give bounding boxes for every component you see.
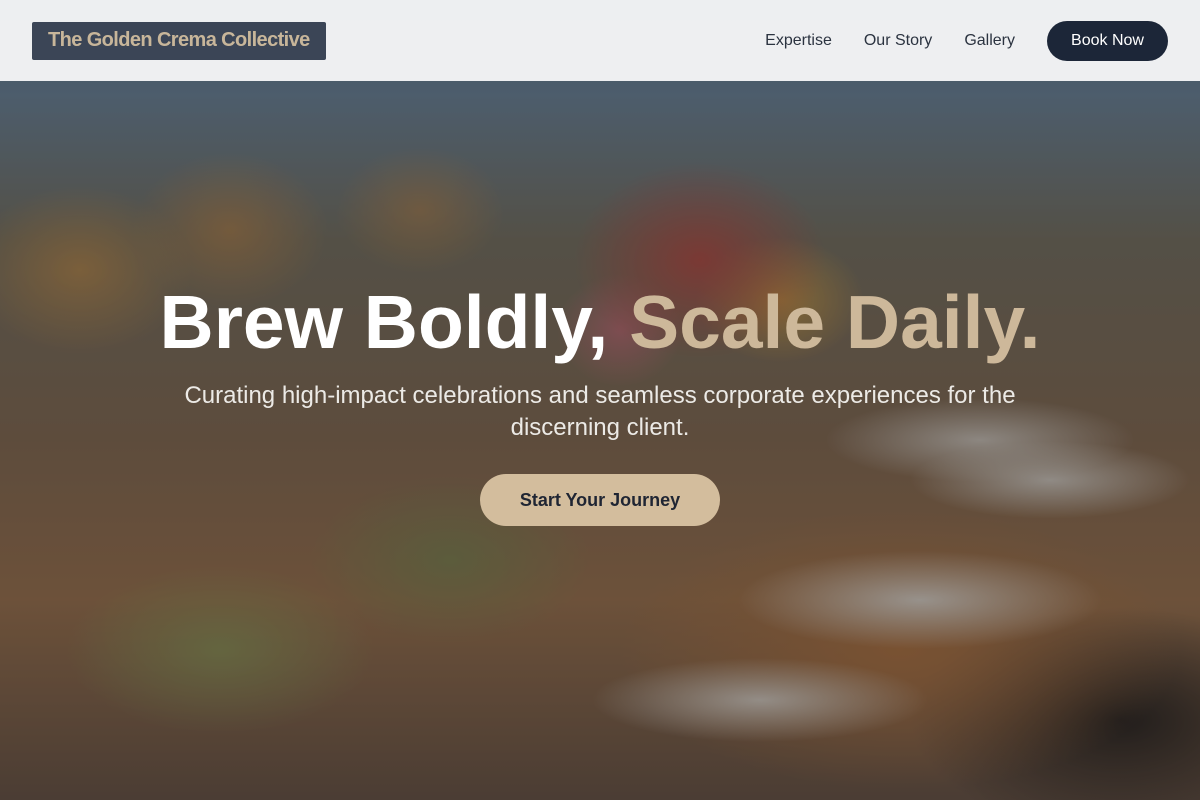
hero-subtext: Curating high-impact celebrations and se… [184, 382, 1016, 441]
nav-link-expertise[interactable]: Expertise [765, 32, 832, 50]
nav-link-our-story[interactable]: Our Story [864, 32, 932, 50]
site-header: The Golden Crema Collective Expertise Ou… [0, 0, 1200, 81]
brand-logo[interactable]: The Golden Crema Collective [32, 21, 326, 60]
hero-section: Brew Boldly, Scale Daily. Curating high-… [0, 280, 1200, 526]
book-now-button[interactable]: Book Now [1047, 20, 1168, 61]
main-nav: Expertise Our Story Gallery Book Now [765, 20, 1168, 61]
headline-accent: Scale Daily. [629, 280, 1041, 364]
hero-headline: Brew Boldly, Scale Daily. [0, 280, 1200, 364]
headline-primary: Brew Boldly, [159, 280, 609, 364]
start-journey-button[interactable]: Start Your Journey [480, 474, 720, 526]
nav-link-gallery[interactable]: Gallery [964, 32, 1015, 50]
